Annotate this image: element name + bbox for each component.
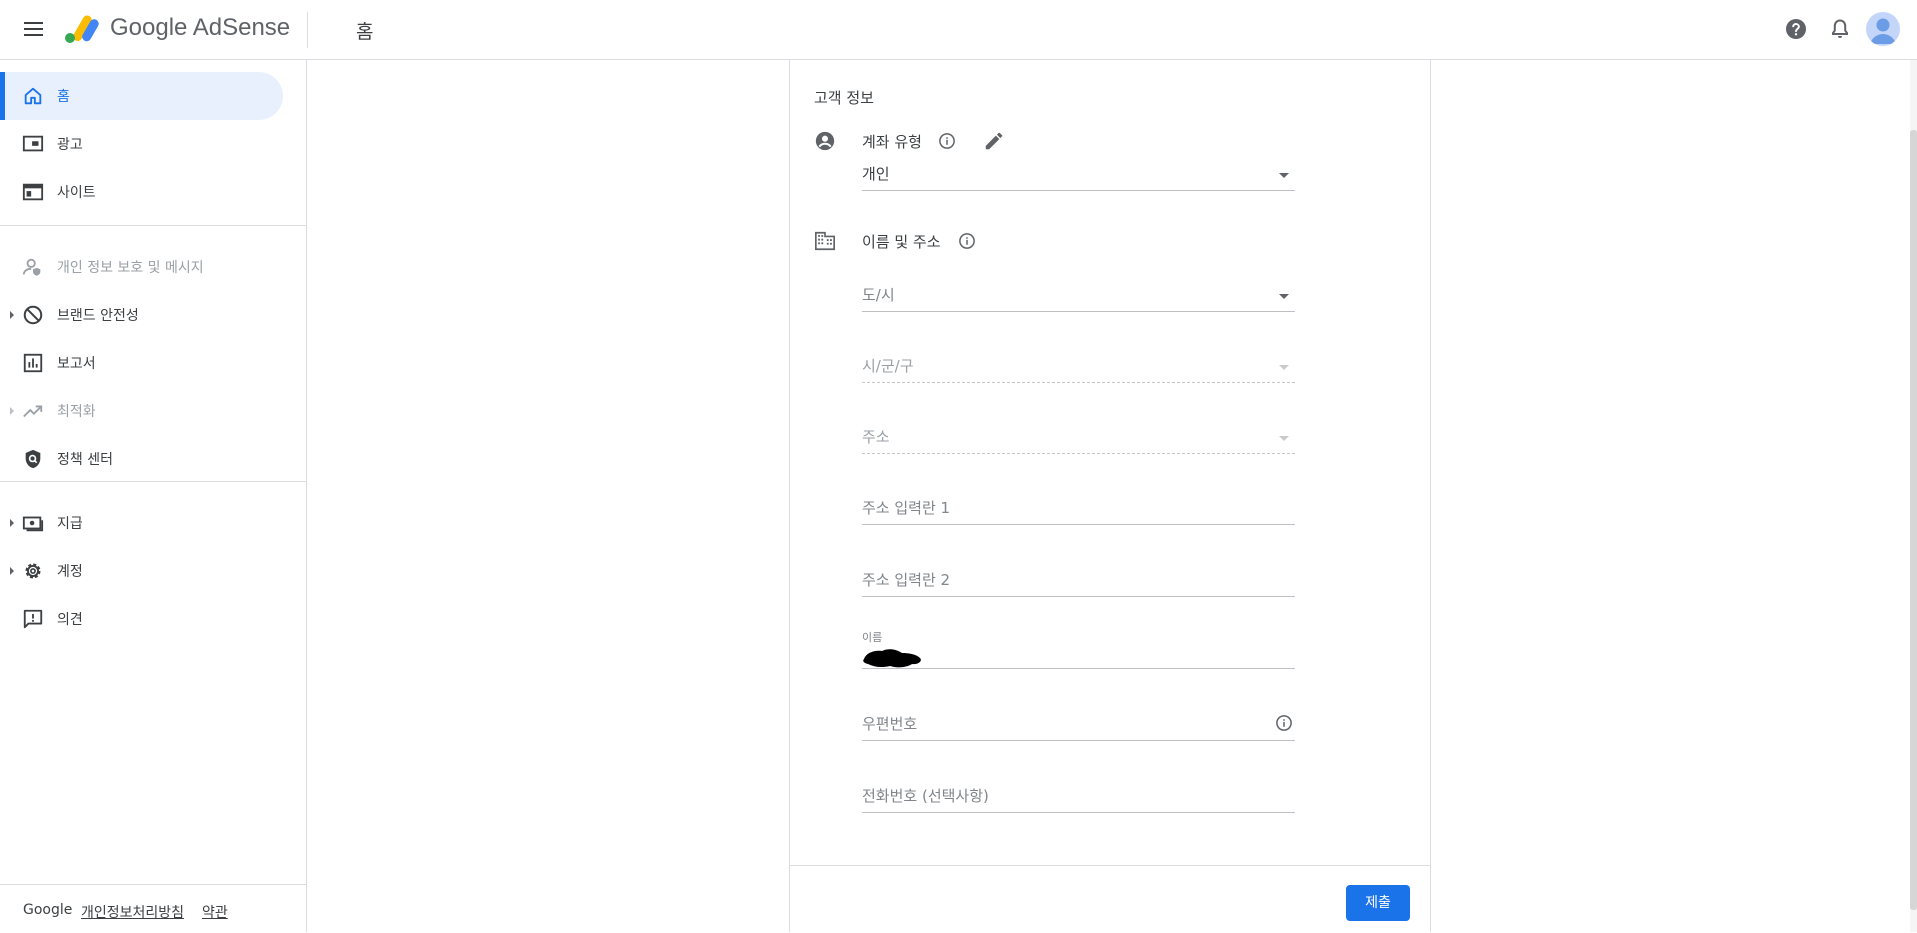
name-input[interactable]: 이름 xyxy=(862,631,1295,669)
expand-caret-icon xyxy=(10,407,14,415)
address-line2-input[interactable]: 주소 입력란 2 xyxy=(862,563,1295,597)
info-icon[interactable] xyxy=(938,132,956,150)
sidebar-item-label: 사이트 xyxy=(57,185,96,201)
reports-icon xyxy=(23,353,43,373)
edit-icon[interactable] xyxy=(983,130,1005,152)
customer-info-card: 고객 정보 계좌 유형 개인 이름 및 주소 도/시 시/군/구 주소 주소 입… xyxy=(789,60,1431,932)
account-type-label: 계좌 유형 xyxy=(862,133,922,151)
ads-icon xyxy=(22,135,44,152)
account-type-select[interactable]: 개인 xyxy=(862,157,1295,191)
redacted-name-mark xyxy=(863,649,921,668)
block-icon xyxy=(23,305,43,325)
trending-icon xyxy=(23,405,43,418)
privacy-icon xyxy=(22,258,41,276)
sidebar-item-label: 개인 정보 보호 및 메시지 xyxy=(57,260,204,276)
policy-icon xyxy=(25,449,41,469)
top-app-bar: Google AdSense 홈 xyxy=(0,0,1917,60)
sidebar-item-reports[interactable]: 보고서 xyxy=(0,339,283,387)
address-placeholder: 주소 xyxy=(862,428,890,446)
person-icon xyxy=(1870,18,1896,44)
page-title: 홈 xyxy=(356,21,374,43)
account-circle-icon xyxy=(815,131,835,151)
sidebar: 홈 광고 사이트 개인 정보 보호 및 메시지 브랜드 안전성 보고서 최적화 … xyxy=(0,60,307,932)
google-brand: Google xyxy=(23,902,73,918)
submit-button[interactable]: 제출 xyxy=(1346,885,1410,921)
province-placeholder: 도/시 xyxy=(862,286,895,304)
postal-code-placeholder: 우편번호 xyxy=(862,715,918,733)
gear-icon xyxy=(25,563,41,579)
name-address-label: 이름 및 주소 xyxy=(862,233,941,251)
sidebar-footer: Google 개인정보처리방침 약관 xyxy=(0,884,306,933)
sidebar-item-account[interactable]: 계정 xyxy=(0,547,283,595)
card-footer-divider xyxy=(790,865,1430,866)
terms-link[interactable]: 약관 xyxy=(202,902,228,922)
payments-icon xyxy=(22,516,44,532)
dropdown-arrow-icon xyxy=(1279,436,1289,441)
sidebar-item-label: 계정 xyxy=(57,564,83,580)
dropdown-arrow-icon xyxy=(1279,294,1289,299)
sidebar-item-label: 보고서 xyxy=(57,356,96,372)
sidebar-divider xyxy=(0,481,306,482)
sidebar-item-label: 홈 xyxy=(57,89,70,105)
expand-caret-icon xyxy=(10,519,14,527)
business-building-icon xyxy=(815,231,835,251)
city-placeholder: 시/군/구 xyxy=(862,357,914,375)
sidebar-item-label: 최적화 xyxy=(57,404,96,420)
sidebar-item-brand-safety[interactable]: 브랜드 안전성 xyxy=(0,291,283,339)
name-label: 이름 xyxy=(862,631,883,644)
sidebar-item-optimization[interactable]: 최적화 xyxy=(0,387,283,435)
app-name[interactable]: Google AdSense xyxy=(110,14,290,42)
province-select[interactable]: 도/시 xyxy=(862,278,1295,312)
postal-code-input[interactable]: 우편번호 xyxy=(862,707,1295,741)
sidebar-item-ads[interactable]: 광고 xyxy=(0,120,283,168)
city-select[interactable]: 시/군/구 xyxy=(862,349,1295,383)
feedback-icon xyxy=(23,609,43,629)
address-line1-placeholder: 주소 입력란 1 xyxy=(862,499,951,517)
scrollbar-thumb[interactable] xyxy=(1910,130,1917,910)
address-line2-placeholder: 주소 입력란 2 xyxy=(862,571,951,589)
info-icon[interactable] xyxy=(1275,714,1293,732)
notifications-icon[interactable] xyxy=(1828,17,1852,41)
sidebar-item-feedback[interactable]: 의견 xyxy=(0,595,283,643)
active-indicator xyxy=(0,72,5,120)
dropdown-arrow-icon xyxy=(1279,365,1289,370)
sidebar-item-sites[interactable]: 사이트 xyxy=(0,168,283,216)
help-icon[interactable] xyxy=(1784,17,1808,41)
phone-placeholder: 전화번호 (선택사항) xyxy=(862,787,989,805)
sidebar-divider xyxy=(0,225,306,226)
avatar[interactable] xyxy=(1866,12,1900,46)
home-icon xyxy=(24,87,42,105)
info-icon[interactable] xyxy=(958,232,976,250)
account-type-value: 개인 xyxy=(862,165,890,183)
sidebar-item-label: 브랜드 안전성 xyxy=(57,308,139,324)
menu-icon[interactable] xyxy=(20,17,48,43)
sidebar-item-privacy[interactable]: 개인 정보 보호 및 메시지 xyxy=(0,243,283,291)
topbar-divider xyxy=(307,12,308,48)
expand-caret-icon xyxy=(10,311,14,319)
privacy-policy-link[interactable]: 개인정보처리방침 xyxy=(81,902,184,922)
sidebar-item-home[interactable]: 홈 xyxy=(0,72,283,120)
sites-icon xyxy=(22,183,44,201)
sidebar-item-policy-center[interactable]: 정책 센터 xyxy=(0,435,283,483)
sidebar-item-label: 지급 xyxy=(57,516,83,532)
address-select[interactable]: 주소 xyxy=(862,420,1295,454)
phone-input[interactable]: 전화번호 (선택사항) xyxy=(862,779,1295,813)
sidebar-item-payments[interactable]: 지급 xyxy=(0,499,283,547)
expand-caret-icon xyxy=(10,567,14,575)
address-line1-input[interactable]: 주소 입력란 1 xyxy=(862,491,1295,525)
dropdown-arrow-icon xyxy=(1279,173,1289,178)
sidebar-item-label: 의견 xyxy=(57,612,83,628)
adsense-logo-icon[interactable] xyxy=(64,14,100,44)
sidebar-item-label: 정책 센터 xyxy=(57,452,113,468)
sidebar-item-label: 광고 xyxy=(57,137,83,153)
card-title: 고객 정보 xyxy=(814,89,874,107)
